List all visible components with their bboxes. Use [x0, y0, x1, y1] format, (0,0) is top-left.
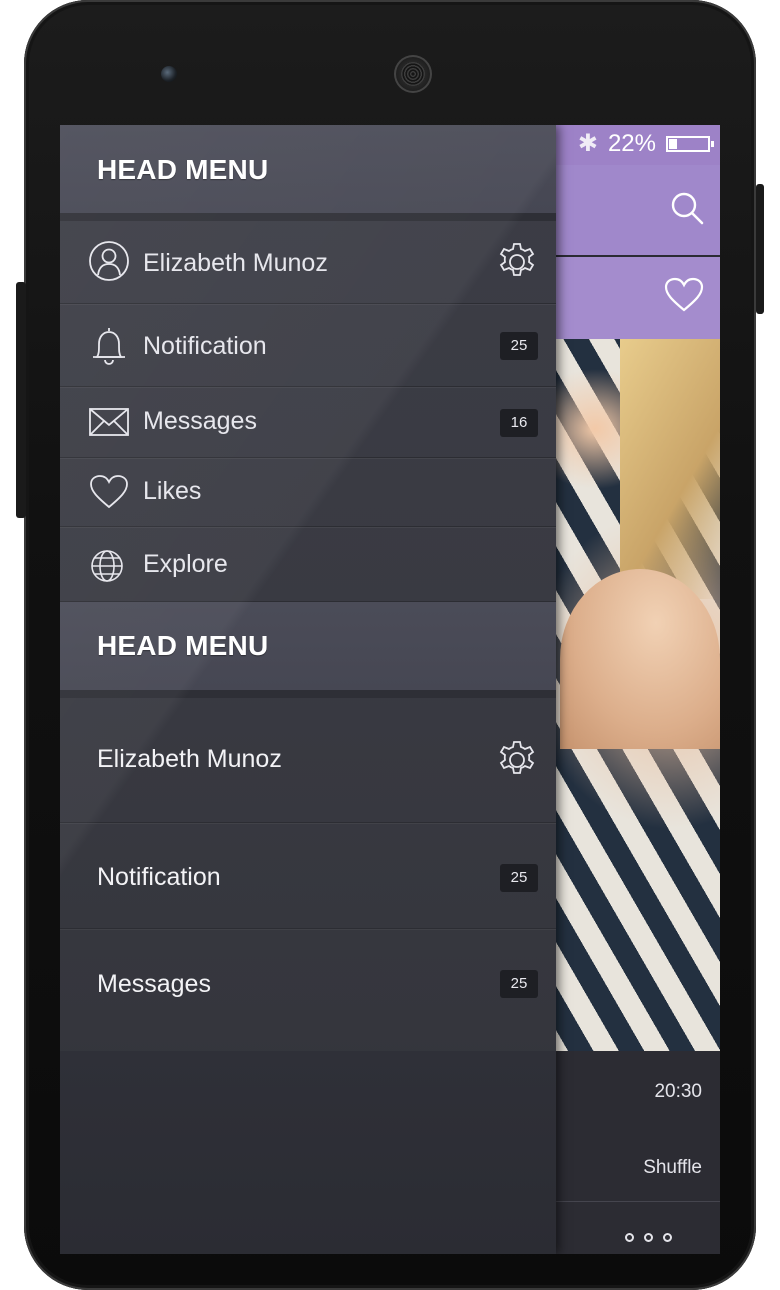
globe-icon	[88, 547, 126, 590]
gear-icon[interactable]	[496, 241, 538, 288]
heart-icon	[88, 474, 130, 515]
photo-detail	[560, 569, 720, 749]
menu-item-label: Explore	[143, 550, 228, 578]
proximity-sensor	[161, 66, 177, 82]
photo-detail	[620, 339, 720, 599]
menu-item-label: Elizabeth Munoz	[97, 745, 282, 773]
heart-icon[interactable]	[664, 277, 704, 318]
screen: ✱ 22% 20:30 Shuffle HEAD MENU Elizabeth …	[60, 125, 720, 1254]
menu-item-explore[interactable]: Explore	[60, 527, 556, 602]
time-label: 20:30	[654, 1081, 702, 1102]
menu-item-label: Notification	[143, 332, 267, 360]
divider	[556, 1201, 720, 1202]
drawer-header-title: HEAD MENU	[97, 154, 269, 185]
menu-item-messages[interactable]: Messages 16	[60, 387, 556, 458]
notification-count-badge: 25	[500, 864, 538, 892]
menu-item-profile[interactable]: Elizabeth Munoz	[60, 221, 556, 304]
drawer-header: HEAD MENU	[60, 125, 556, 221]
menu-item-label: Notification	[97, 863, 221, 891]
menu-item-profile[interactable]: Elizabeth Munoz	[60, 702, 556, 823]
battery-icon	[666, 135, 714, 152]
messages-count-badge: 16	[500, 409, 538, 437]
power-button	[756, 184, 764, 314]
more-options-icon[interactable]	[625, 1233, 672, 1242]
messages-count-badge: 25	[500, 970, 538, 998]
shuffle-button[interactable]: Shuffle	[643, 1157, 702, 1179]
dot	[644, 1233, 653, 1242]
menu-item-notification[interactable]: Notification 25	[60, 304, 556, 387]
drawer-header: HEAD MENU	[60, 602, 556, 698]
search-icon[interactable]	[670, 191, 704, 230]
battery-percent: 22%	[607, 129, 656, 157]
envelope-icon	[88, 405, 130, 444]
menu-item-label: Elizabeth Munoz	[143, 249, 328, 277]
menu-item-messages[interactable]: Messages 25	[60, 929, 556, 1051]
earpiece-speaker	[394, 55, 432, 93]
notification-count-badge: 25	[500, 332, 538, 360]
menu-item-likes[interactable]: Likes	[60, 458, 556, 527]
menu-item-label: Likes	[143, 477, 202, 505]
user-icon	[88, 240, 130, 287]
navigation-drawer: HEAD MENU Elizabeth Munoz Notification 2…	[60, 125, 556, 1254]
menu-item-label: Messages	[143, 407, 257, 435]
bell-icon	[88, 324, 130, 371]
menu-item-label: Messages	[97, 970, 211, 998]
drawer-footer	[60, 1051, 556, 1254]
bluetooth-icon: ✱	[577, 130, 598, 157]
dot	[663, 1233, 672, 1242]
battery-fill	[669, 138, 677, 149]
volume-button	[16, 282, 26, 518]
dot	[625, 1233, 634, 1242]
drawer-header-title: HEAD MENU	[97, 630, 269, 661]
menu-item-notification[interactable]: Notification 25	[60, 823, 556, 929]
gear-icon[interactable]	[496, 739, 538, 786]
